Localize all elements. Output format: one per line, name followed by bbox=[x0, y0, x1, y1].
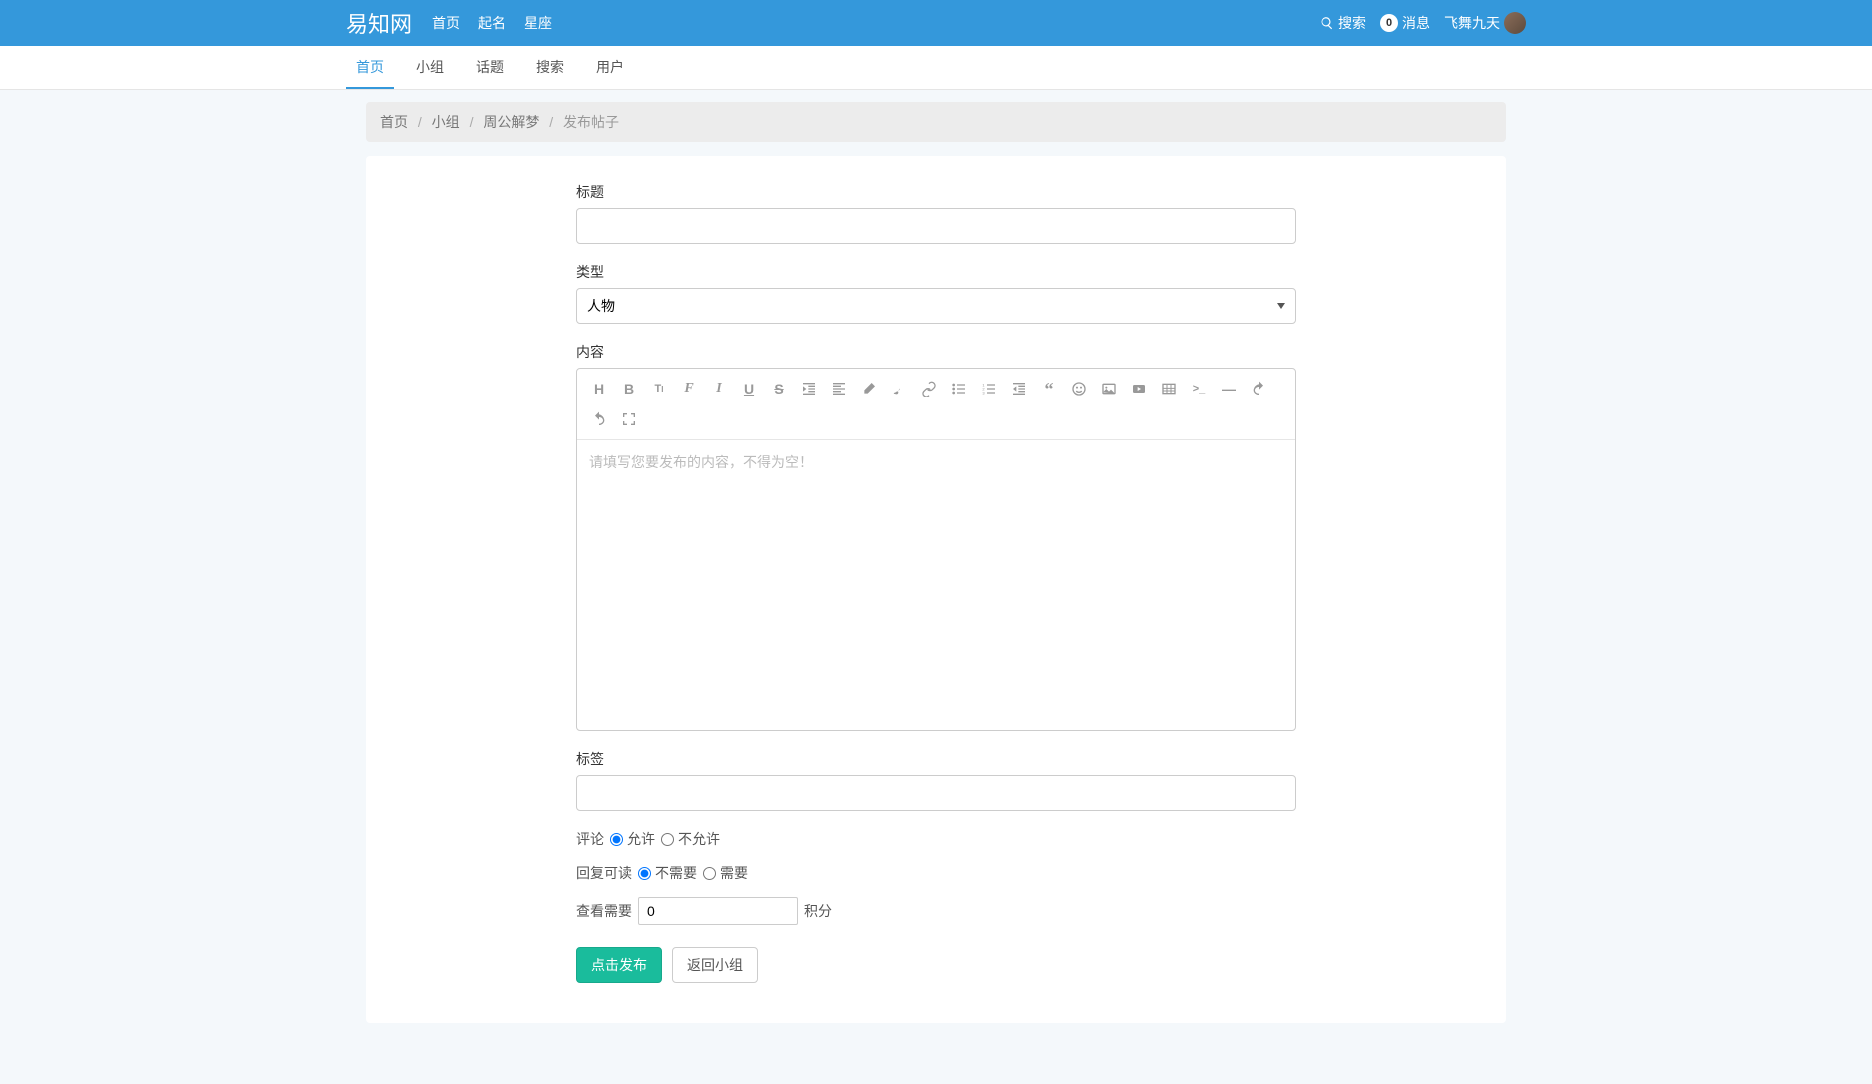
editor-toolbar: H B TI F I U S 123 “ bbox=[577, 369, 1295, 440]
top-header: 易知网 首页 起名 星座 搜索 0 消息 飞舞九天 bbox=[0, 0, 1872, 46]
italic-icon[interactable]: I bbox=[705, 375, 733, 403]
points-suffix: 积分 bbox=[804, 901, 832, 921]
crumb-home[interactable]: 首页 bbox=[380, 114, 408, 130]
msg-count-badge: 0 bbox=[1380, 14, 1398, 32]
breadcrumb: 首页 / 小组 / 周公解梦 / 发布帖子 bbox=[366, 102, 1506, 142]
avatar bbox=[1504, 12, 1526, 34]
hr-icon[interactable]: — bbox=[1215, 375, 1243, 403]
quote-icon[interactable]: “ bbox=[1035, 375, 1063, 403]
content-label: 内容 bbox=[576, 342, 1296, 362]
username-label: 飞舞九天 bbox=[1444, 13, 1500, 33]
redo-icon[interactable] bbox=[585, 405, 613, 433]
tab-user[interactable]: 用户 bbox=[586, 46, 634, 89]
align-icon[interactable] bbox=[825, 375, 853, 403]
heading-icon[interactable]: H bbox=[585, 375, 613, 403]
nav-home[interactable]: 首页 bbox=[432, 13, 460, 33]
form-panel: 标题 类型 人物 内容 H B TI F I U S bbox=[366, 156, 1506, 1023]
fontfamily-icon[interactable]: F bbox=[675, 375, 703, 403]
points-input[interactable] bbox=[638, 897, 798, 925]
points-row: 查看需要 积分 bbox=[576, 897, 1296, 925]
comment-label: 评论 bbox=[576, 829, 604, 849]
fullscreen-icon[interactable] bbox=[615, 405, 643, 433]
title-label: 标题 bbox=[576, 182, 1296, 202]
eraser-icon[interactable] bbox=[855, 375, 883, 403]
sub-header: 首页 小组 话题 搜索 用户 bbox=[0, 46, 1872, 90]
content-editor: H B TI F I U S 123 “ bbox=[576, 368, 1296, 731]
fontsize-icon[interactable]: TI bbox=[645, 375, 673, 403]
undo-icon[interactable] bbox=[1245, 375, 1273, 403]
nav-horoscope[interactable]: 星座 bbox=[524, 13, 552, 33]
crumb-dream[interactable]: 周公解梦 bbox=[483, 114, 539, 130]
type-select[interactable]: 人物 bbox=[576, 288, 1296, 324]
tags-input[interactable] bbox=[576, 775, 1296, 811]
submit-button[interactable]: 点击发布 bbox=[576, 947, 662, 983]
back-button[interactable]: 返回小组 bbox=[672, 947, 758, 983]
reply-row: 回复可读 不需要 需要 bbox=[576, 863, 1296, 883]
video-icon[interactable] bbox=[1125, 375, 1153, 403]
indent-icon[interactable] bbox=[795, 375, 823, 403]
tab-search[interactable]: 搜索 bbox=[526, 46, 574, 89]
points-prefix: 查看需要 bbox=[576, 901, 632, 921]
crumb-current: 发布帖子 bbox=[563, 114, 619, 130]
strikethrough-icon[interactable]: S bbox=[765, 375, 793, 403]
title-input[interactable] bbox=[576, 208, 1296, 244]
search-link[interactable]: 搜索 bbox=[1320, 13, 1366, 33]
underline-icon[interactable]: U bbox=[735, 375, 763, 403]
user-menu[interactable]: 飞舞九天 bbox=[1444, 12, 1526, 34]
reply-noneed-radio[interactable] bbox=[638, 867, 651, 880]
content-textarea[interactable]: 请填写您要发布的内容，不得为空！ bbox=[577, 440, 1295, 730]
tab-home[interactable]: 首页 bbox=[346, 46, 394, 89]
code-icon[interactable]: >_ bbox=[1185, 375, 1213, 403]
tab-topic[interactable]: 话题 bbox=[466, 46, 514, 89]
tab-group[interactable]: 小组 bbox=[406, 46, 454, 89]
site-logo[interactable]: 易知网 bbox=[346, 7, 412, 39]
tags-label: 标签 bbox=[576, 749, 1296, 769]
brush-icon[interactable] bbox=[885, 375, 913, 403]
outdent-icon[interactable] bbox=[1005, 375, 1033, 403]
table-icon[interactable] bbox=[1155, 375, 1183, 403]
emoji-icon[interactable] bbox=[1065, 375, 1093, 403]
reply-need-radio[interactable] bbox=[703, 867, 716, 880]
type-label: 类型 bbox=[576, 262, 1296, 282]
nav-naming[interactable]: 起名 bbox=[478, 13, 506, 33]
comment-disallow-radio[interactable] bbox=[661, 833, 674, 846]
bold-icon[interactable]: B bbox=[615, 375, 643, 403]
ordered-list-icon[interactable]: 123 bbox=[975, 375, 1003, 403]
image-icon[interactable] bbox=[1095, 375, 1123, 403]
unordered-list-icon[interactable] bbox=[945, 375, 973, 403]
link-icon[interactable] bbox=[915, 375, 943, 403]
svg-text:3: 3 bbox=[982, 390, 985, 395]
search-icon bbox=[1320, 16, 1334, 30]
crumb-group[interactable]: 小组 bbox=[432, 114, 460, 130]
messages-link[interactable]: 0 消息 bbox=[1380, 13, 1430, 33]
top-nav: 首页 起名 星座 bbox=[432, 13, 552, 33]
comment-allow-radio[interactable] bbox=[610, 833, 623, 846]
reply-label: 回复可读 bbox=[576, 863, 632, 883]
comment-row: 评论 允许 不允许 bbox=[576, 829, 1296, 849]
